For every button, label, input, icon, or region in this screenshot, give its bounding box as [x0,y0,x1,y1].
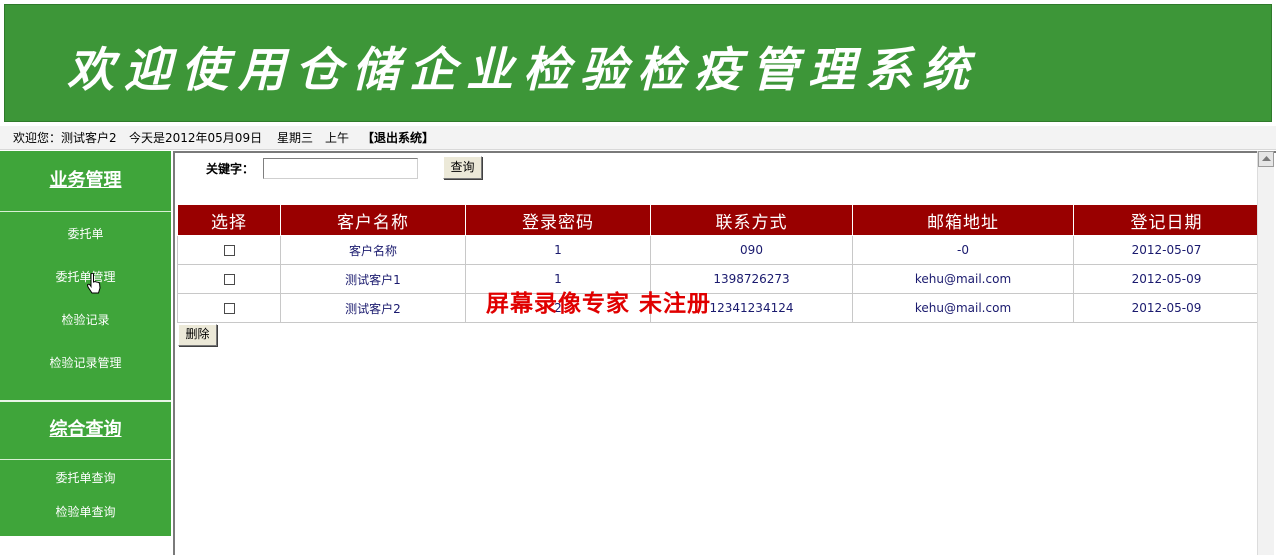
watermark-text: 屏幕录像专家 未注册 [486,290,712,317]
keyword-input[interactable] [263,158,418,179]
table-row: 测试客户1 1 1398726273 kehu@mail.com 2012-05… [177,264,1260,294]
date-text: 今天是2012年05月09日 [129,131,263,145]
banner: 欢迎使用仓储企业检验检疫管理系统 [0,0,1276,126]
table-header-row: 选择 客户名称 登录密码 联系方式 邮箱地址 登记日期 [177,204,1260,236]
search-button[interactable]: 查询 [443,156,482,179]
column-header: 登录密码 [465,204,651,236]
date-cell: 2012-05-09 [1073,264,1260,294]
sidebar-section-business[interactable]: 业务管理 [0,151,171,211]
email-cell: kehu@mail.com [852,293,1074,323]
select-cell [177,264,281,294]
row-checkbox[interactable] [223,303,235,314]
password-cell: 1 [465,235,651,265]
period-text: 上午 [325,131,350,145]
sidebar: 业务管理 委托单 委托单管理 检验记录 检验记录管理 综合查询 委托单查询 检验… [0,151,171,536]
row-checkbox[interactable] [223,274,235,285]
column-header: 邮箱地址 [852,204,1074,236]
customer-name-cell: 客户名称 [280,235,466,265]
contact-cell: 090 [650,235,853,265]
sidebar-item-entrust[interactable]: 委托单 [0,225,171,242]
delete-button[interactable]: 删除 [178,324,217,346]
scroll-up-button[interactable] [1258,151,1274,167]
banner-panel: 欢迎使用仓储企业检验检疫管理系统 [4,4,1272,122]
customer-name-cell: 测试客户1 [280,264,466,294]
sidebar-item-entrust-query[interactable]: 委托单查询 [0,469,171,486]
date-cell: 2012-05-09 [1073,293,1260,323]
column-header: 选择 [177,204,281,236]
sidebar-item-inspection-record[interactable]: 检验记录 [0,311,171,328]
main-panel: 关键字： 查询 选择 客户名称 登录密码 联系方式 邮箱地址 登记日期 客户名称… [173,151,1276,555]
banner-title: 欢迎使用仓储企业检验检疫管理系统 [67,43,979,98]
column-header: 登记日期 [1073,204,1260,236]
keyword-label: 关键字： [206,162,255,176]
row-checkbox[interactable] [223,245,235,256]
sidebar-item-inspection-manage[interactable]: 检验记录管理 [0,354,171,371]
sidebar-section-query[interactable]: 综合查询 [0,400,171,460]
customer-table: 选择 客户名称 登录密码 联系方式 邮箱地址 登记日期 客户名称 1 090 -… [177,204,1260,323]
chevron-up-icon [1262,156,1271,161]
table-row: 测试客户2 2 12341234124 kehu@mail.com 2012-0… [177,293,1260,323]
divider [0,211,171,212]
sidebar-item-inspection-query[interactable]: 检验单查询 [0,503,171,520]
column-header: 客户名称 [280,204,466,236]
sidebar-section-title[interactable]: 综合查询 [50,419,122,440]
vertical-scrollbar[interactable] [1257,151,1274,555]
date-cell: 2012-05-07 [1073,235,1260,265]
divider [0,459,171,460]
table-row: 客户名称 1 090 -0 2012-05-07 [177,235,1260,265]
logout-link[interactable]: 【退出系统】 [362,126,434,150]
sidebar-section-title[interactable]: 业务管理 [50,170,122,191]
select-cell [177,293,281,323]
hand-cursor-icon [86,273,101,294]
weekday-text: 星期三 [277,131,314,145]
customer-name-cell: 测试客户2 [280,293,466,323]
welcome-text: 欢迎您：测试客户2 [13,131,117,145]
status-bar: 欢迎您：测试客户2 今天是2012年05月09日 星期三 上午 【退出系统】 [0,126,1276,150]
email-cell: -0 [852,235,1074,265]
column-header: 联系方式 [650,204,853,236]
select-cell [177,235,281,265]
email-cell: kehu@mail.com [852,264,1074,294]
